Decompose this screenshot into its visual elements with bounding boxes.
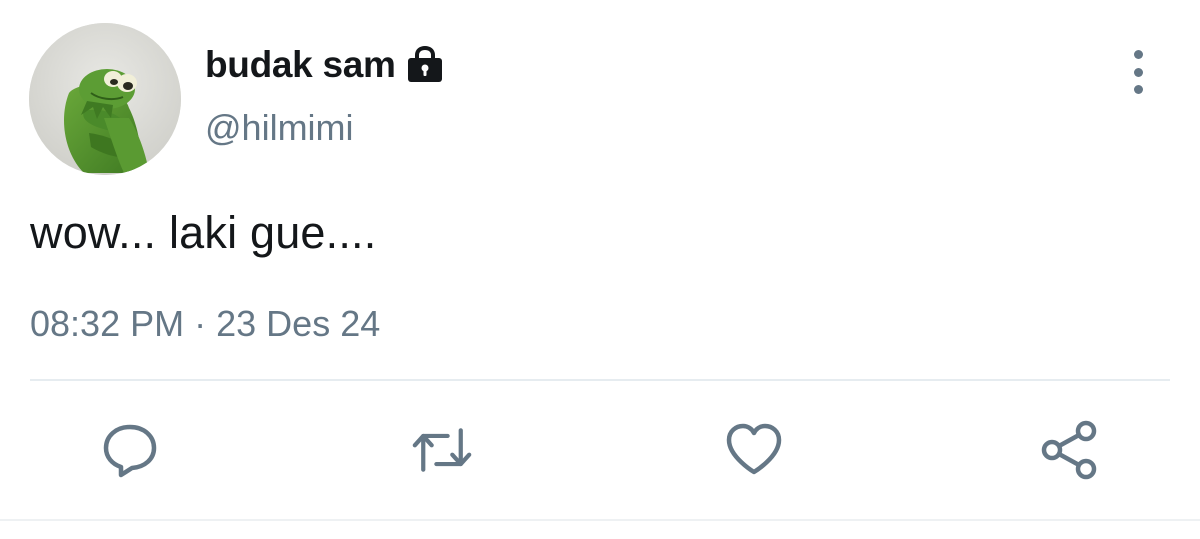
tweet-timestamp[interactable]: 08:32 PM · 23 Des 24 (30, 303, 380, 345)
tweet-date: 23 Des 24 (216, 303, 381, 344)
more-vertical-icon[interactable] (1118, 50, 1158, 94)
lock-icon (405, 45, 445, 85)
more-dot (1133, 85, 1143, 94)
retweet-icon (412, 428, 472, 472)
share-button[interactable] (1040, 420, 1100, 480)
author-handle[interactable]: @hilmimi (205, 107, 354, 149)
tweet-time: 08:32 PM (30, 303, 185, 344)
tweet-card: budak sam @hilmimi wow... laki gue.... 0… (0, 0, 1200, 539)
bottom-divider (0, 519, 1200, 521)
like-button[interactable] (724, 420, 784, 480)
display-name[interactable]: budak sam (205, 44, 396, 86)
avatar[interactable] (29, 23, 181, 175)
share-icon (1041, 420, 1097, 480)
meta-separator: · (194, 303, 207, 344)
heart-icon (726, 423, 782, 475)
more-dot (1133, 67, 1143, 77)
divider (30, 379, 1170, 381)
frog-plush-image (29, 23, 181, 175)
reply-icon (103, 424, 157, 478)
tweet-text: wow... laki gue.... (30, 207, 377, 258)
author-name-row: budak sam (205, 40, 445, 90)
reply-button[interactable] (100, 420, 160, 480)
retweet-button[interactable] (412, 420, 472, 480)
more-dot (1133, 50, 1143, 59)
